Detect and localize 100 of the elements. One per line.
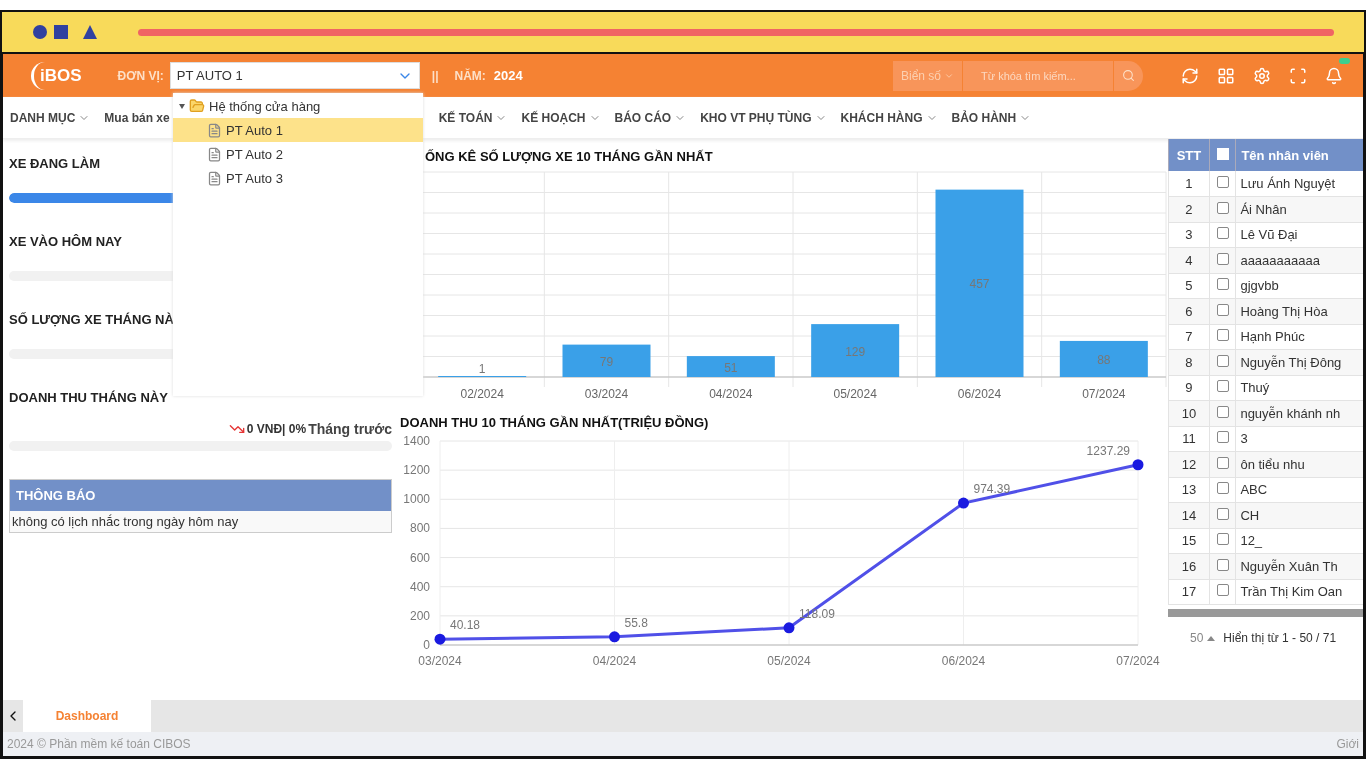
table-cell: Hạnh Phúc [1235,324,1363,350]
refresh-icon[interactable] [1181,66,1199,85]
search-field[interactable]: Từ khóa tìm kiếm... [963,69,1113,82]
menu-item[interactable]: DANH MỤC [3,110,98,125]
row-checkbox[interactable] [1216,482,1229,495]
menu-item[interactable]: BÁO CÁO [607,110,694,125]
axis-label: 1200 [403,463,430,478]
trend-value: 0 VNĐ| 0% [246,422,307,436]
tree-item[interactable]: PT Auto 2 [173,142,423,166]
notice-text: không có lịch nhắc trong ngày hôm nay [10,511,391,532]
bar-value-label: 88 [1097,352,1111,367]
tree-item-label: PT Auto 1 [226,122,283,138]
copyright-text: 2024 © Phần mềm kế toán CIBOS [7,737,191,751]
chart-point [609,631,620,643]
table-cell: ôn tiểu nhu [1235,451,1363,477]
tree-item-label: PT Auto 2 [226,146,283,162]
axis-label: 03/2024 [584,387,629,401]
axis-label: 200 [409,608,430,623]
table-cell: 17 [1168,579,1210,605]
bar-value-label: 51 [724,360,738,375]
settings-icon[interactable] [1253,66,1271,85]
table-cell: 6 [1168,298,1210,324]
row-checkbox[interactable] [1216,227,1229,240]
tree-item[interactable]: PT Auto 3 [173,166,423,190]
table-cell: 4 [1168,247,1210,273]
row-checkbox[interactable] [1216,278,1229,291]
table-cell: Nguyễn Thị Đông [1235,349,1363,375]
row-checkbox[interactable] [1216,303,1229,316]
row-checkbox[interactable] [1216,405,1229,418]
logo: iBOS [31,61,88,90]
page-size-select[interactable]: 50 [1174,631,1216,645]
select-all-header[interactable] [1209,139,1236,171]
document-icon [207,170,222,186]
axis-label: 600 [409,550,430,565]
expand-icon[interactable] [179,103,185,109]
chart-title: DOANH THU 10 THÁNG GẦN NHẤT(TRIỆU ĐỒNG) [400,413,709,432]
table-cell: 16 [1168,553,1210,579]
document-icon [207,122,222,138]
column-header: Tên nhân viên [1235,139,1363,171]
table-cell: 12_ [1235,528,1363,554]
row-checkbox[interactable] [1216,584,1229,597]
table-cell: 10 [1168,400,1210,426]
table-cell: 3 [1235,426,1363,452]
table-cell: aaaaaaaaaaa [1235,247,1363,273]
menu-item[interactable]: KHÁCH HÀNG [833,110,945,125]
row-checkbox[interactable] [1216,507,1229,520]
row-checkbox[interactable] [1216,176,1229,188]
separator: || [431,68,439,83]
chart-title: ỐNG KÊ SỐ LƯỢNG XE 10 THÁNG GẦN NHẤT [425,147,713,166]
point-value-label: 40.18 [450,618,481,633]
menu-item[interactable]: KẾ TOÁN [431,110,515,125]
chart-point [783,622,795,634]
axis-label: 03/2024 [418,654,462,668]
widget-title: XE VÀO HÔM NAY [9,232,122,251]
table-cell: 8 [1168,349,1210,375]
chart-point [434,633,446,645]
row-checkbox[interactable] [1216,456,1229,469]
row-checkbox[interactable] [1216,252,1229,265]
table-cell: 11 [1168,426,1210,452]
select-all-checkbox[interactable] [1216,147,1229,160]
row-checkbox[interactable] [1216,329,1229,342]
table-cell: Lê Vũ Đại [1235,222,1363,248]
row-checkbox[interactable] [1216,558,1229,571]
search-icon [1122,69,1135,82]
row-checkbox[interactable] [1216,201,1229,214]
widget-title: SỐ LƯỢNG XE THÁNG NÀ [9,310,174,329]
trend-label: Tháng trước [308,421,392,437]
widget-title: DOANH THU THÁNG NÀY [9,388,168,407]
axis-label: 06/2024 [941,654,986,668]
table-cell: 9 [1168,375,1210,401]
table-cell: 14 [1168,502,1210,528]
unit-label: ĐƠN VỊ: [117,68,164,83]
axis-label: 800 [409,521,430,536]
row-checkbox[interactable] [1216,533,1229,546]
year-label: NĂM: [454,68,486,83]
grid-icon[interactable] [1217,66,1235,85]
axis-label: 05/2024 [833,387,877,401]
widget-title: XE ĐANG LÀM [9,154,100,173]
notification-icon[interactable] [1325,66,1343,85]
axis-label: 04/2024 [709,387,753,401]
fullscreen-icon[interactable] [1289,66,1307,85]
axis-label: 07/2024 [1082,387,1126,401]
menu-item[interactable]: BẢO HÀNH [944,110,1039,125]
tree-item[interactable]: PT Auto 1 [173,118,423,142]
bar-value-label: 129 [845,344,866,359]
axis-label: 04/2024 [592,654,637,668]
axis-label: 1000 [403,492,430,507]
chart-point [1132,459,1144,471]
table-cell: nguyễn khánh nh [1235,400,1363,426]
chart-point [958,497,969,509]
row-checkbox[interactable] [1216,354,1229,367]
scrollbar[interactable] [1168,609,1363,617]
unit-select[interactable]: PT AUTO 1 [169,62,420,89]
bar-value-label: 1 [478,362,486,376]
menu-item[interactable]: KHO VT PHỤ TÙNG [693,110,834,125]
table-cell: 13 [1168,477,1210,503]
row-checkbox[interactable] [1216,431,1229,444]
caret-icon [1207,635,1216,641]
row-checkbox[interactable] [1216,380,1229,393]
menu-item[interactable]: KẾ HOẠCH [514,110,608,125]
